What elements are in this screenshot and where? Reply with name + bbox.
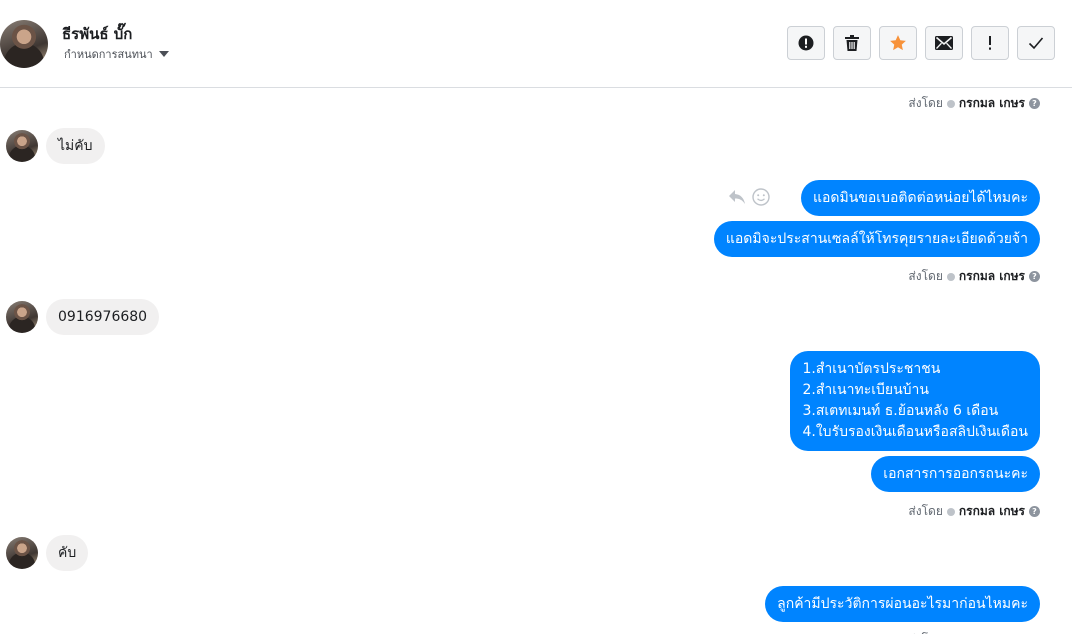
conversation-header: ธีรพันธ์ บั๊ก กำหนดการสนทนา [0,0,1072,88]
assign-label: กำหนดการสนทนา [64,48,153,61]
alert-circle-icon [798,35,814,51]
contact-name[interactable]: ธีรพันธ์ บั๊ก [62,22,132,46]
sent-by-info: ส่งโดย กรกมล เกษร ? [908,630,1040,634]
exclamation-icon [989,36,991,50]
contact-avatar[interactable] [0,20,48,68]
incoming-message-row: คับ [6,535,89,571]
incoming-message-row: ไม่คับ [6,128,105,164]
sent-by-label: ส่งโดย [908,504,943,518]
checkmark-icon [1028,37,1044,50]
incoming-message-bubble[interactable]: ไม่คับ [46,128,105,164]
message-line: 3.สเตทเมนท์ ธ.ย้อนหลัง 6 เดือน [802,403,999,419]
trash-icon [845,35,859,51]
incoming-message-bubble[interactable]: 0916976680 [46,299,160,335]
assign-conversation-dropdown[interactable]: กำหนดการสนทนา [64,45,169,63]
follow-up-button[interactable] [971,26,1009,60]
mark-spam-button[interactable] [787,26,825,60]
outgoing-message-bubble[interactable]: เอกสารการออกรถนะคะ [871,456,1040,492]
star-button[interactable] [879,26,917,60]
envelope-icon [935,36,953,50]
incoming-message-row: 0916976680 [6,299,160,335]
caret-down-icon [158,51,169,57]
mark-unread-button[interactable] [925,26,963,60]
page-dot-icon [946,99,955,108]
message-line: 4.ใบรับรองเงินเดือนหรือสลิปเงินเดือน [802,424,1028,440]
sent-by-info: ส่งโดย กรกมล เกษร ? [908,502,1040,521]
help-icon[interactable]: ? [1029,506,1040,517]
sender-name[interactable]: กรกมล เกษร [959,630,1025,634]
sender-avatar[interactable] [6,537,38,569]
sender-name[interactable]: กรกมล เกษร [959,502,1025,521]
sender-name[interactable]: กรกมล เกษร [959,267,1025,286]
message-actions [728,188,770,206]
reply-icon[interactable] [728,189,746,205]
sent-by-label: ส่งโดย [908,269,943,283]
sent-by-info: ส่งโดย กรกมล เกษร ? [908,267,1040,286]
outgoing-message-bubble[interactable]: 1.สำเนาบัตรประชาชน 2.สำเนาทะเบียนบ้าน 3.… [790,351,1040,451]
page-dot-icon [946,272,955,281]
star-icon [890,35,906,51]
sent-by-label: ส่งโดย [908,96,943,110]
sent-by-label: ส่งโดย [908,630,942,634]
mark-done-button[interactable] [1017,26,1055,60]
sender-name[interactable]: กรกมล เกษร [959,94,1025,113]
outgoing-message-bubble[interactable]: แอดมินขอเบอติดต่อหน่อยได้ไหมคะ [801,180,1040,216]
delete-button[interactable] [833,26,871,60]
outgoing-message-bubble[interactable]: แอดมิจะประสานเซลล์ให้โทรคุยรายละเอียดด้ว… [713,221,1040,257]
conversation-toolbar [787,26,1055,60]
page-dot-icon [946,507,955,516]
message-line: 1.สำเนาบัตรประชาชน [802,361,941,377]
help-icon[interactable]: ? [1029,98,1040,109]
help-icon[interactable]: ? [1029,271,1040,282]
sent-by-info: ส่งโดย กรกมล เกษร ? [908,94,1040,113]
message-line: 2.สำเนาทะเบียนบ้าน [802,382,929,398]
sender-avatar[interactable] [6,130,38,162]
emoji-reaction-icon[interactable] [752,188,770,206]
incoming-message-bubble[interactable]: คับ [46,535,89,571]
message-thread[interactable]: ส่งโดย กรกมล เกษร ? ไม่คับ แอดมินขอเบอติ… [0,89,1072,634]
outgoing-message-bubble[interactable]: ลูกค้ามีประวัติการผ่อนอะไรมาก่อนไหมคะ [765,586,1040,622]
sender-avatar[interactable] [6,301,38,333]
